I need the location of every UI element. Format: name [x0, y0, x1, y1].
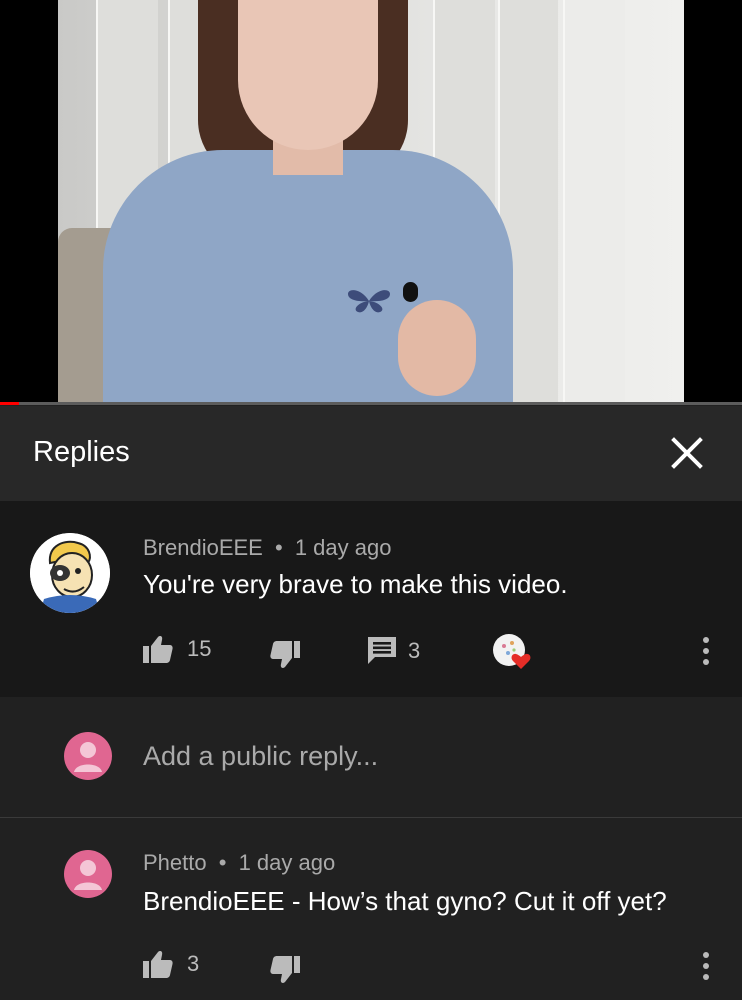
reply-count-button[interactable]: 3	[368, 637, 420, 665]
thumbs-up-icon	[143, 636, 173, 663]
more-options-icon	[703, 637, 709, 665]
video-player[interactable]	[0, 0, 742, 405]
thumbs-down-icon	[270, 956, 300, 983]
avatar[interactable]	[64, 850, 112, 898]
person-icon	[74, 860, 102, 890]
reply-meta: Phetto • 1 day ago	[143, 850, 335, 876]
microphone-icon	[403, 282, 418, 302]
like-button[interactable]: 3	[143, 950, 199, 978]
video-progress-bar[interactable]	[0, 402, 742, 405]
dislike-button[interactable]	[270, 956, 300, 984]
video-progress-fill	[0, 402, 19, 405]
replies-title: Replies	[33, 436, 130, 468]
avatar[interactable]	[30, 533, 110, 613]
creator-heart	[492, 633, 532, 671]
person-hand	[398, 300, 476, 396]
reply-count: 3	[408, 638, 421, 663]
meta-separator: •	[274, 535, 283, 560]
reply-comment: Phetto • 1 day ago BrendioEEE - How’s th…	[0, 818, 742, 1000]
dislike-button[interactable]	[270, 641, 300, 669]
person-face	[238, 0, 378, 150]
more-options-button[interactable]	[696, 950, 716, 990]
reply-input[interactable]: Add a public reply...	[143, 741, 378, 772]
comment-text: You're very brave to make this video.	[143, 569, 568, 599]
comment-icon	[368, 637, 396, 664]
thumbs-down-icon	[270, 641, 300, 668]
more-options-button[interactable]	[696, 635, 716, 675]
comment-author[interactable]: BrendioEEE	[143, 535, 263, 560]
user-avatar	[64, 732, 112, 780]
reply-time: 1 day ago	[238, 850, 336, 875]
like-button[interactable]: 15	[143, 635, 211, 663]
like-count: 15	[187, 636, 212, 661]
video-frame	[58, 0, 684, 405]
close-icon	[671, 437, 703, 469]
creator-heart-icon	[493, 634, 531, 669]
window-blind	[563, 0, 625, 405]
meta-separator: •	[218, 850, 227, 875]
replies-header: Replies	[0, 406, 742, 502]
close-button[interactable]	[664, 430, 710, 476]
comment-meta: BrendioEEE • 1 day ago	[143, 535, 391, 561]
more-options-icon	[703, 952, 709, 980]
vault-boy-avatar-icon	[30, 533, 110, 613]
reply-author[interactable]: Phetto	[143, 850, 207, 875]
add-reply-bar: Add a public reply...	[0, 697, 742, 818]
comment-time: 1 day ago	[294, 535, 392, 560]
like-count: 3	[187, 951, 200, 976]
butterfly-icon	[346, 288, 392, 320]
thumbs-up-icon	[143, 951, 173, 978]
person-icon	[74, 742, 102, 772]
comment: BrendioEEE • 1 day ago You're very brave…	[0, 501, 742, 697]
reply-text: BrendioEEE - How’s that gyno? Cut it off…	[143, 886, 667, 916]
